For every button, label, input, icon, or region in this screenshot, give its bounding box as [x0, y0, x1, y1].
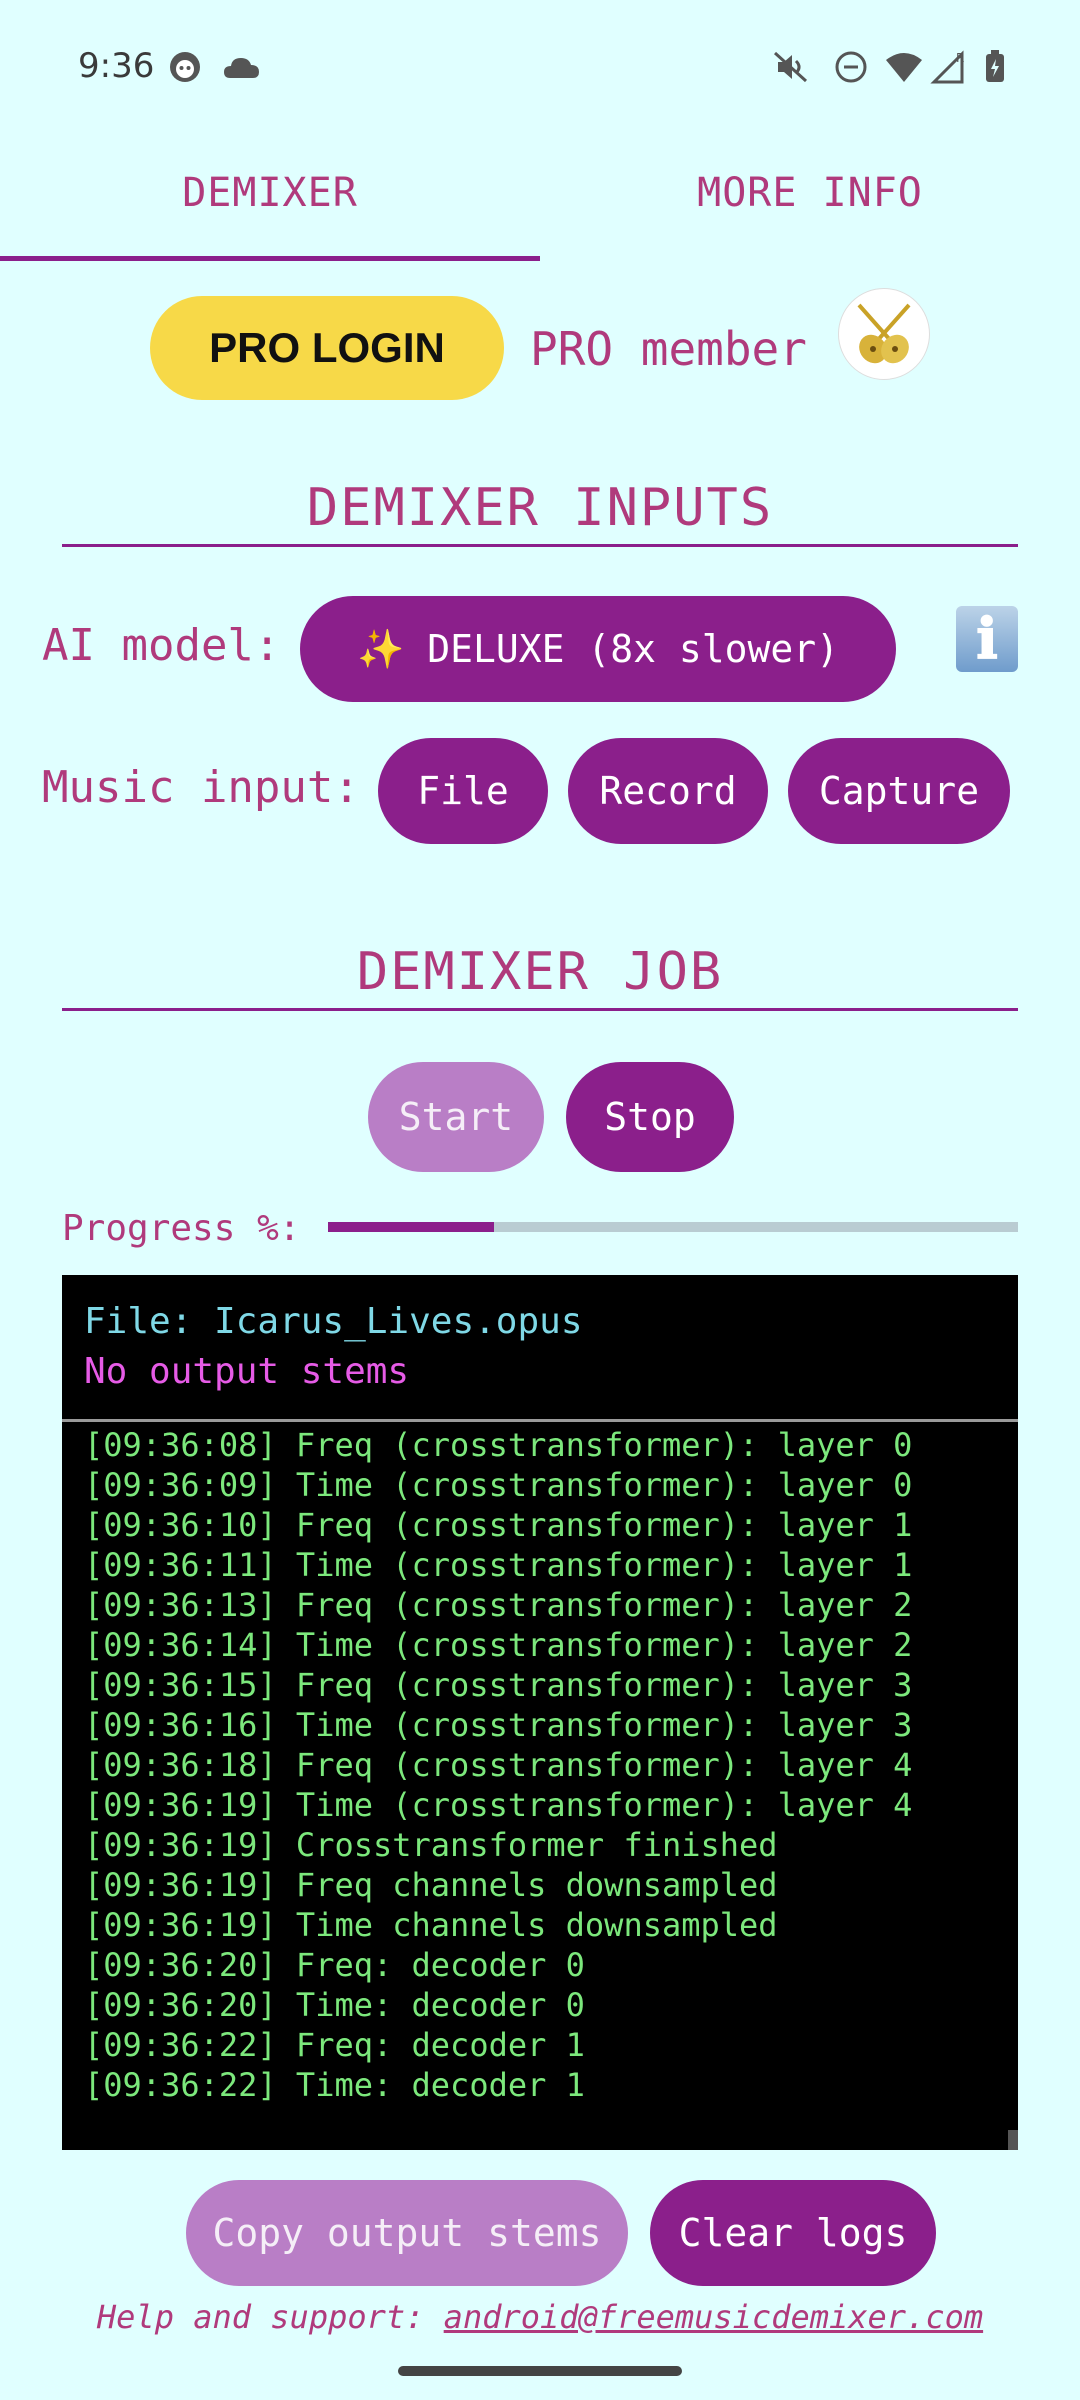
log-line: [09:36:11] Time (crosstransformer): laye…	[84, 1546, 913, 1584]
tab-more-info[interactable]: MORE INFO	[540, 170, 1080, 216]
avatar[interactable]	[838, 288, 930, 380]
progress-fill	[328, 1222, 494, 1232]
home-indicator[interactable]	[398, 2366, 682, 2376]
pro-member-text: PRO member	[530, 322, 807, 376]
progress-bar	[328, 1222, 1018, 1232]
pro-login-button[interactable]: PRO LOGIN	[150, 296, 504, 400]
console-divider	[62, 1419, 1018, 1422]
help-support: Help and support: android@freemusicdemix…	[0, 2298, 1080, 2336]
file-button[interactable]: File	[378, 738, 548, 844]
battery-icon	[986, 50, 1004, 82]
log-line: [09:36:16] Time (crosstransformer): laye…	[84, 1706, 913, 1744]
ai-model-button[interactable]: ✨ DELUXE (8x slower)	[300, 596, 896, 702]
log-line: [09:36:19] Crosstransformer finished	[84, 1826, 778, 1864]
log-line: [09:36:22] Time: decoder 1	[84, 2066, 585, 2104]
tab-demixer[interactable]: DEMIXER	[0, 170, 540, 216]
guitar-icon	[857, 303, 911, 364]
signal-icon: R	[930, 50, 964, 84]
status-time: 9:36	[78, 46, 155, 86]
log-line: [09:36:18] Freq (crosstransformer): laye…	[84, 1746, 913, 1784]
start-button[interactable]: Start	[368, 1062, 544, 1172]
info-icon[interactable]: ℹ	[956, 606, 1018, 672]
copy-output-stems-button[interactable]: Copy output stems	[186, 2180, 628, 2286]
capture-button[interactable]: Capture	[788, 738, 1010, 844]
inputs-section-title: DEMIXER INPUTS	[306, 478, 774, 538]
record-button[interactable]: Record	[568, 738, 768, 844]
clear-logs-button[interactable]: Clear logs	[650, 2180, 936, 2286]
support-email-link[interactable]: android@freemusicdemixer.com	[444, 2298, 983, 2336]
log-line: [09:36:22] Freq: decoder 1	[84, 2026, 585, 2064]
ai-model-label: AI model:	[42, 620, 281, 671]
console-stems-line: No output stems	[84, 1351, 410, 1392]
help-prefix: Help and support:	[96, 2298, 444, 2336]
log-line: [09:36:19] Time channels downsampled	[84, 1906, 778, 1944]
job-divider	[62, 1008, 1018, 1011]
log-line: [09:36:19] Freq channels downsampled	[84, 1866, 778, 1904]
log-line: [09:36:13] Freq (crosstransformer): laye…	[84, 1586, 913, 1624]
console-file-line: File: Icarus_Lives.opus	[84, 1301, 583, 1342]
mute-icon	[773, 51, 808, 83]
inputs-divider	[62, 544, 1018, 547]
wifi-icon	[886, 53, 922, 82]
progress-label: Progress %:	[62, 1208, 301, 1249]
job-section-title: DEMIXER JOB	[356, 942, 724, 1002]
log-line: [09:36:09] Time (crosstransformer): laye…	[84, 1466, 913, 1504]
stop-button[interactable]: Stop	[566, 1062, 734, 1172]
dnd-icon	[835, 51, 867, 83]
music-input-label: Music input:	[42, 762, 360, 813]
log-console[interactable]: File: Icarus_Lives.opus No output stems …	[62, 1275, 1018, 2150]
log-line: [09:36:10] Freq (crosstransformer): laye…	[84, 1506, 913, 1544]
tab-indicator	[0, 256, 540, 261]
log-line: [09:36:08] Freq (crosstransformer): laye…	[84, 1426, 913, 1464]
log-line: [09:36:20] Time: decoder 0	[84, 1986, 585, 2024]
face-icon	[170, 52, 200, 82]
console-scrollbar[interactable]	[1008, 2130, 1018, 2150]
log-line: [09:36:20] Freq: decoder 0	[84, 1946, 585, 1984]
log-list: [09:36:08] Freq (crosstransformer): laye…	[84, 1425, 912, 2105]
svg-text:R: R	[956, 51, 964, 65]
log-line: [09:36:19] Time (crosstransformer): laye…	[84, 1786, 913, 1824]
log-line: [09:36:14] Time (crosstransformer): laye…	[84, 1626, 913, 1664]
cloud-icon	[224, 58, 259, 78]
log-line: [09:36:15] Freq (crosstransformer): laye…	[84, 1666, 913, 1704]
